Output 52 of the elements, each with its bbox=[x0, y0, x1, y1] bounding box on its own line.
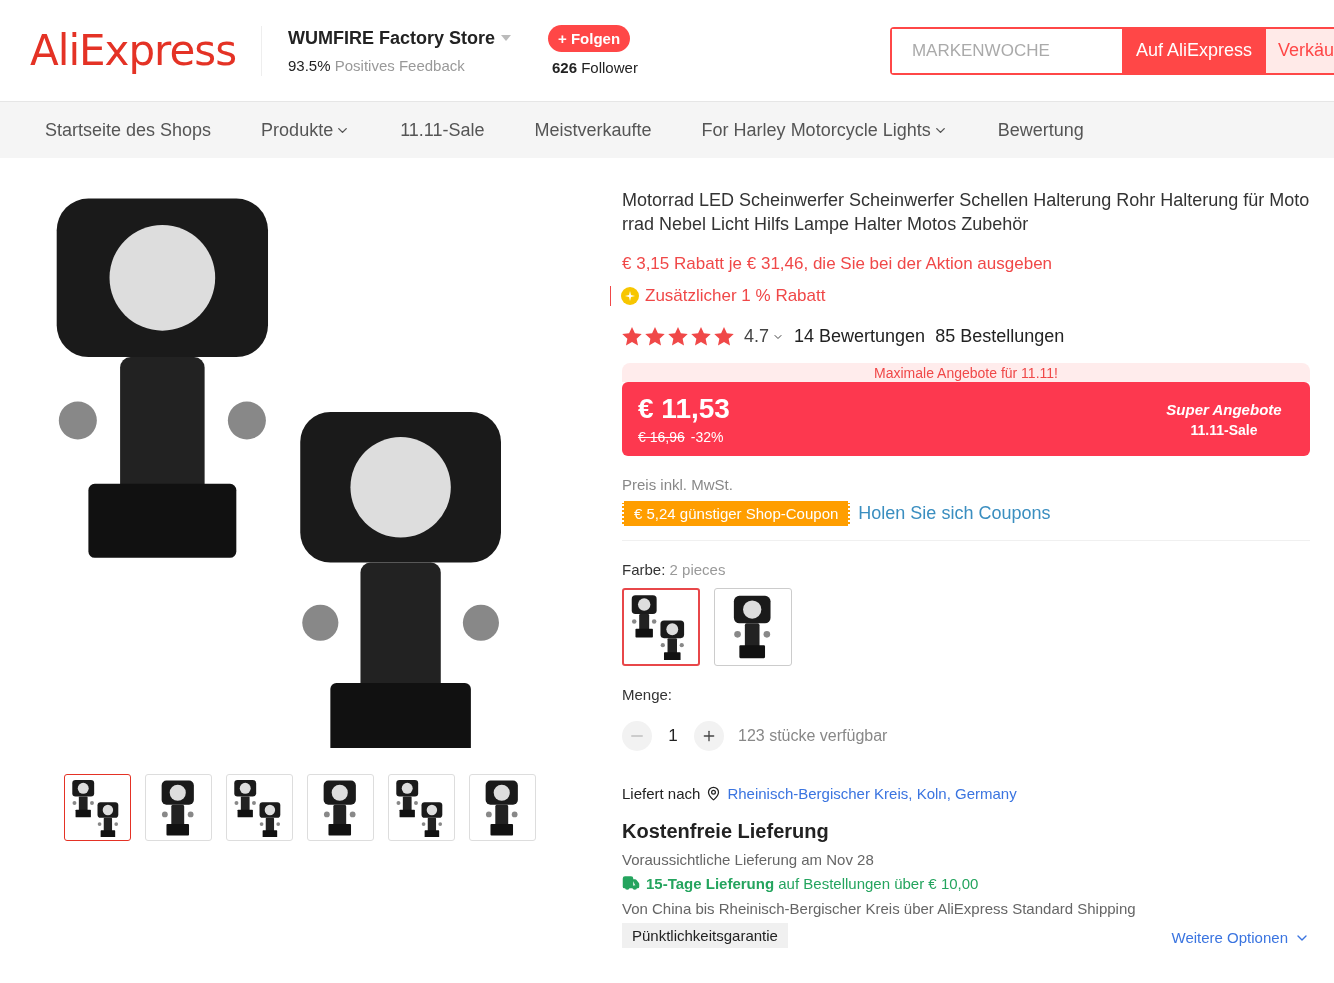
variant-label: Farbe: 2 pieces bbox=[622, 561, 727, 578]
coin-icon bbox=[621, 287, 639, 305]
orders-count: 85 Bestellungen bbox=[935, 326, 1065, 347]
shipping-title: Kostenfreie Lieferung bbox=[622, 820, 830, 843]
sale-title: Super Angebote bbox=[1166, 400, 1282, 418]
fast-delivery-text: 15-Tage Lieferung auf Bestellungen über € 10,00 bbox=[646, 874, 979, 892]
guarantee-tag: Pünktlichkeitsgarantie bbox=[622, 923, 788, 948]
delivery-estimate: Voraussichtliche Lieferung am Nov 28 bbox=[622, 851, 875, 868]
plus-button[interactable] bbox=[694, 721, 724, 751]
sale-banner-caption: Maximale Angebote für 11.11! bbox=[622, 363, 1310, 382]
star-icon bbox=[668, 327, 688, 346]
more-options-link[interactable]: Weitere Optionen bbox=[1171, 929, 1310, 946]
coupon-tag: € 5,24 günstiger Shop-Coupon bbox=[622, 501, 851, 526]
store-name[interactable]: WUMFIRE Factory Store bbox=[288, 27, 548, 49]
location-link[interactable]: Rheinisch-Bergischer Kreis, Koln, Germany bbox=[727, 785, 1017, 802]
caret-icon bbox=[501, 35, 512, 41]
sale-subtitle: 11.11-Sale bbox=[1190, 421, 1258, 438]
plus-icon bbox=[701, 728, 717, 744]
tax-note: Preis inkl. MwSt. bbox=[622, 476, 734, 493]
truck-icon bbox=[622, 874, 640, 892]
coupon-link[interactable]: Holen Sie sich Coupons bbox=[858, 503, 1051, 524]
star-icon bbox=[622, 327, 642, 346]
rating-value[interactable]: 4.7 bbox=[744, 326, 785, 347]
reviews-count[interactable]: 14 Bewertungen bbox=[794, 326, 926, 347]
extra-discount-text: Zusätzlicher 1 % Rabatt bbox=[645, 286, 826, 306]
nav-item[interactable]: For Harley Motorcycle Lights bbox=[701, 119, 948, 141]
nav-item[interactable]: Meistverkaufte bbox=[534, 119, 652, 141]
shipping-route: Von China bis Rheinisch-Bergischer Kreis über AliExpress Standard Shipping bbox=[622, 900, 1137, 917]
nav-item[interactable]: Bewertung bbox=[997, 119, 1084, 141]
nav-item[interactable]: 11.11-Sale bbox=[400, 119, 485, 141]
variant-option[interactable] bbox=[622, 588, 700, 666]
quantity-value: 1 bbox=[667, 726, 679, 746]
star-icon bbox=[645, 327, 665, 346]
stock-text: 123 stücke verfügbar bbox=[738, 727, 888, 745]
ship-to-label: Liefert nach bbox=[622, 785, 701, 802]
star-icon bbox=[714, 327, 734, 346]
variant-option[interactable] bbox=[714, 588, 792, 666]
thumbnail[interactable] bbox=[64, 774, 131, 841]
aliexpress-logo[interactable]: AliExpress bbox=[30, 26, 235, 75]
minus-icon bbox=[631, 735, 643, 737]
promo-text: € 3,15 Rabatt je € 31,46, die Sie bei der Aktion ausgeben bbox=[622, 254, 1054, 274]
original-price: € 16,96 bbox=[638, 429, 685, 445]
feedback-text: 93.5% Positives Feedback bbox=[288, 56, 466, 74]
star-icon bbox=[691, 327, 711, 346]
location-pin-icon bbox=[706, 786, 722, 801]
follower-count: 626 Follower bbox=[552, 59, 638, 76]
nav-item[interactable]: Startseite des Shops bbox=[45, 119, 212, 141]
quantity-label: Menge: bbox=[622, 686, 674, 703]
product-title: Motorrad LED Scheinwerfer Scheinwerfer Schellen Halterung Rohr Halterung für Motorrad Nebel Licht Hilfs Lampe Halter Motos Zubehör bbox=[622, 189, 1310, 236]
price: € 11,53 bbox=[638, 393, 730, 425]
discount-percent: -32% bbox=[690, 429, 724, 445]
nav-item[interactable]: Produkte bbox=[261, 119, 351, 141]
